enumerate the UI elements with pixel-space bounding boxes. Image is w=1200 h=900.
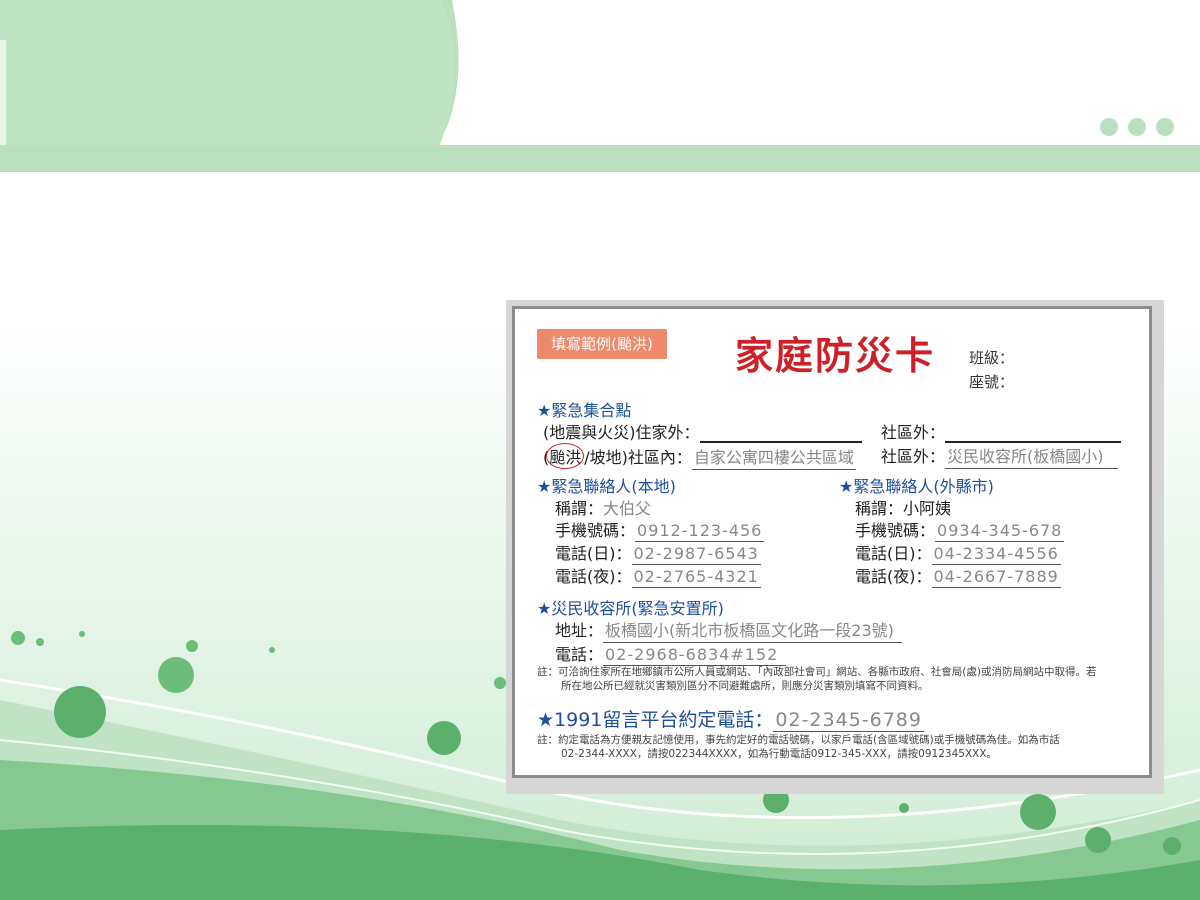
deco-circle [494,677,506,689]
seat-label: 座號： [969,373,1015,391]
name-value: 小阿姨 [903,499,952,518]
night-label: 電話(夜)： [555,567,632,586]
contact-remote-day: 電話(日)： 04-2334-4556 [855,540,1061,565]
day-value: 02-2987-6543 [631,544,761,565]
deco-dot [1128,118,1146,136]
family-disaster-card: 填寫範例(颱洪) 家庭防災卡 班級： 座號： ★緊急集合點 (地震與火災)住家外… [512,306,1152,778]
assembly-outside-value: 災民收容所(板橋國小) [945,443,1118,469]
contact-remote-mobile: 手機號碼： 0934-345-678 [855,517,1065,542]
left-edge-bar [0,40,6,145]
night-value: 04-2667-7889 [931,567,1061,588]
example-badge: 填寫範例(颱洪) [537,329,667,359]
assembly-row1-outside-blank [945,427,1122,443]
message-platform-value: 02-2345-6789 [773,709,924,732]
deco-dot [1100,118,1118,136]
note-2-line-1: 註：約定電話為方便親友記憶使用，事先約定好的電話號碼，以家戶電話(含區域號碼)或… [537,734,1060,746]
address-value: 板橋國小(新北市板橋區文化路一段23號) [603,617,902,643]
deco-circle [186,640,198,652]
contact-remote-night: 電話(夜)： 04-2667-7889 [855,563,1061,588]
assembly-row-1: (地震與火災)住家外： [543,419,862,443]
day-label: 電話(日)： [855,544,932,563]
contact-local-name: 稱謂：大伯父 [555,495,651,519]
deco-circle [79,631,85,637]
deco-circle [11,631,25,645]
card-title: 家庭防災卡 [735,334,936,378]
phone-label: 電話： [555,645,604,664]
deco-circle [158,657,194,693]
day-label: 電話(日)： [555,544,632,563]
address-label: 地址： [555,621,604,640]
deco-circle [269,647,275,653]
contact-remote-heading: ★緊急聯絡人(外縣市) [839,477,994,496]
assembly-inside-value: 自家公寓四樓公共區域 [691,444,856,470]
message-platform-label: ★1991留言平台約定電話： [537,709,774,731]
assembly-row-2: (颱洪/坡地)社區內： 自家公寓四樓公共區域 [543,443,856,470]
assembly-row1-blank [699,427,862,443]
mobile-label: 手機號碼： [855,521,936,540]
shelter-heading: ★災民收容所(緊急安置所) [537,599,724,618]
deco-circle [1020,794,1056,830]
top-white-panel [438,0,1200,145]
contact-local-heading: ★緊急聯絡人(本地) [537,477,676,496]
assembly-row2-prefix: /坡地)社區內： [584,448,692,467]
deco-circle [1163,837,1181,855]
assembly-row1-outside: 社區外： [881,419,1122,443]
shelter-phone: 電話： 02-2968-6834#152 [555,641,787,666]
phone-value: 02-2968-6834#152 [603,645,787,666]
message-platform-line: ★1991留言平台約定電話： 02-2345-6789 [537,705,924,732]
assembly-row2-outside-label: 社區外： [881,447,946,466]
assembly-row1-prefix: (地震與火災)住家外： [543,423,700,442]
top-left-bubble [0,0,455,145]
assembly-row1-outside-label: 社區外： [881,423,946,442]
deco-dot [1156,118,1174,136]
assembly-row2-outside: 社區外： 災民收容所(板橋國小) [881,443,1118,469]
circled-typhoon-flood: 颱洪 [546,443,585,469]
contact-local-mobile: 手機號碼： 0912-123-456 [555,517,765,542]
deco-circle [54,686,106,738]
class-label: 班級： [969,349,1015,367]
note-1-line-2: 所在地公所已經就災害類別區分不同避難處所，則應分災害類別填寫不同資料。 [561,680,929,692]
shelter-address: 地址： 板橋國小(新北市板橋區文化路一段23號) [555,617,902,643]
contact-local-day: 電話(日)： 02-2987-6543 [555,540,761,565]
mobile-value: 0912-123-456 [635,521,765,542]
note-2-line-2: 02-2344-XXXX，請按022344XXXX，如為行動電話0912-345… [561,748,998,760]
name-label: 稱謂： [855,499,904,518]
decorative-dots [1100,118,1174,136]
deco-circle [899,803,909,813]
night-label: 電話(夜)： [855,567,932,586]
assembly-heading: ★緊急集合點 [537,401,632,420]
contact-remote-name: 稱謂：小阿姨 [855,495,951,519]
deco-circle [1085,827,1111,853]
contact-local-night: 電話(夜)： 02-2765-4321 [555,563,761,588]
deco-circle [36,638,44,646]
name-label: 稱謂： [555,499,604,518]
name-value: 大伯父 [603,499,652,518]
note-1-line-1: 註：可洽詢住家所在地鄉鎮市公所人員或網站、「內政部社會司」網站、各縣市政府、社會… [537,666,1097,678]
day-value: 04-2334-4556 [931,544,1061,565]
mobile-value: 0934-345-678 [935,521,1065,542]
deco-circle [427,721,461,755]
night-value: 02-2765-4321 [631,567,761,588]
mobile-label: 手機號碼： [555,521,636,540]
